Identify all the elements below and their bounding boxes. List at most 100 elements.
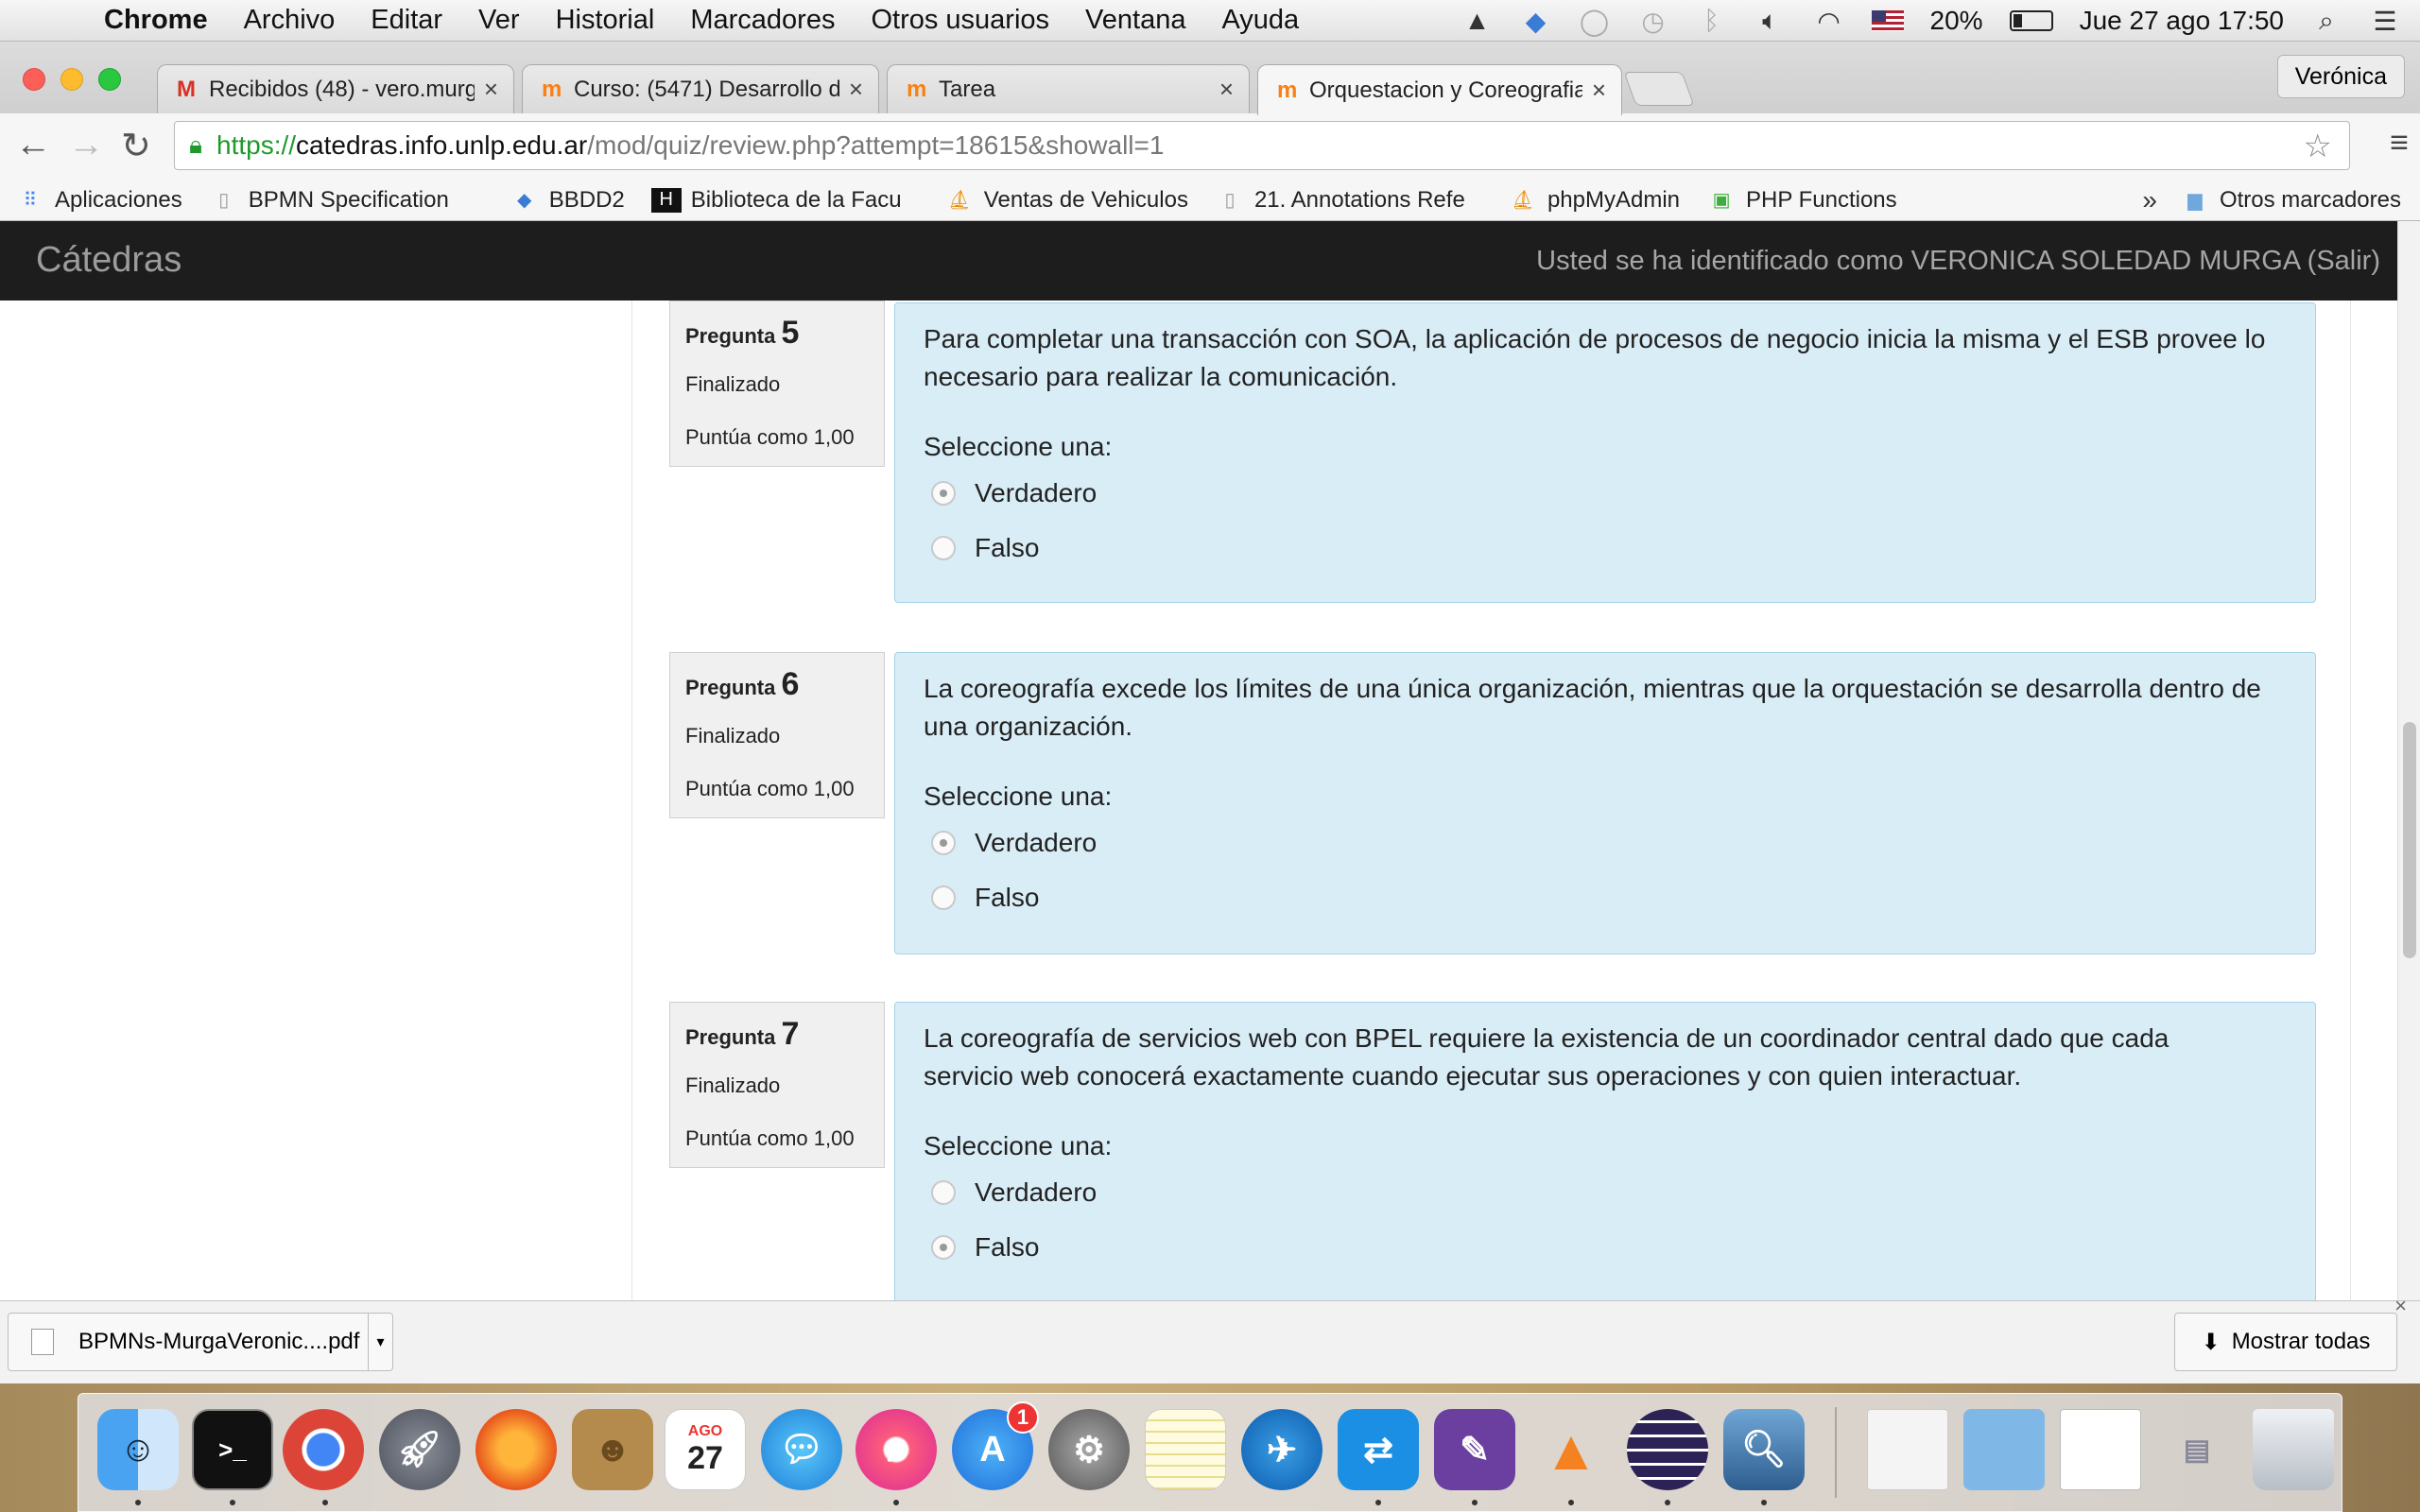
scrollbar-thumb[interactable] — [2403, 722, 2416, 958]
itunes-icon[interactable]: ♫ — [856, 1409, 937, 1490]
notification-center-icon[interactable]: ☰ — [2369, 7, 2401, 36]
bookmark-ventas[interactable]: ⛵︎ Ventas de Vehiculos — [944, 187, 1188, 214]
calendar-icon[interactable]: AGO 27 — [665, 1409, 746, 1490]
messages-icon[interactable]: 💬︎ — [761, 1409, 842, 1490]
page-scrollbar[interactable] — [2397, 221, 2420, 1300]
finder-icon[interactable]: ☺ — [97, 1409, 179, 1490]
openoffice-icon[interactable]: ✈︎ — [1241, 1409, 1322, 1490]
bookmark-php-functions[interactable]: ▣ PHP Functions — [1706, 187, 1897, 214]
terminal-icon[interactable]: >_ — [192, 1409, 273, 1490]
zoom-window-icon[interactable] — [98, 68, 121, 91]
bookmarks-overflow-button[interactable]: » — [2142, 185, 2157, 215]
screenshot-stack-icon[interactable] — [2060, 1409, 2141, 1490]
volume-icon[interactable]: 🔈︎ — [1754, 6, 1787, 35]
close-window-icon[interactable] — [23, 68, 45, 91]
menu-otros-usuarios[interactable]: Otros usuarios — [871, 5, 1049, 36]
close-icon[interactable]: × — [1592, 76, 1606, 105]
new-tab-button[interactable] — [1623, 72, 1695, 106]
radio-button[interactable] — [931, 831, 956, 855]
close-icon[interactable]: × — [2394, 1294, 2407, 1318]
tab-curso[interactable]: m Curso: (5471) Desarrollo de × — [522, 64, 879, 113]
radio-button[interactable] — [931, 1235, 956, 1260]
bookmark-phpmyadmin[interactable]: ⛵︎ phpMyAdmin — [1508, 187, 1680, 214]
documents-stack-icon[interactable] — [1867, 1409, 1948, 1490]
spotlight-search-icon[interactable]: ⌕ — [2310, 6, 2342, 35]
close-icon[interactable]: × — [484, 75, 498, 104]
menu-ayuda[interactable]: Ayuda — [1221, 5, 1299, 36]
firefox-icon[interactable] — [475, 1409, 557, 1490]
bookmark-bpmn[interactable]: ▯ BPMN Specification — [209, 187, 483, 214]
lock-icon[interactable]: 🔒︎ — [175, 130, 216, 161]
close-icon[interactable]: × — [849, 75, 863, 104]
minimize-window-icon[interactable] — [60, 68, 83, 91]
menu-archivo[interactable]: Archivo — [244, 5, 336, 36]
preview-icon[interactable]: 🔍︎ — [1723, 1409, 1805, 1490]
profile-button[interactable]: Verónica — [2276, 55, 2405, 98]
contacts-icon[interactable]: ☻ — [572, 1409, 653, 1490]
chevron-down-icon[interactable]: ▾ — [368, 1314, 392, 1370]
menu-ventana[interactable]: Ventana — [1085, 5, 1185, 36]
answer-option-falso[interactable]: Falso — [924, 1220, 2287, 1275]
bookmark-annotations[interactable]: ▯ 21. Annotations Refe — [1215, 187, 1481, 214]
trash-icon[interactable] — [2253, 1409, 2334, 1490]
download-item[interactable]: BPMNs-MurgaVeronic....pdf ▾ — [8, 1313, 393, 1371]
menu-historial[interactable]: Historial — [556, 5, 655, 36]
back-arrow-icon[interactable]: ← — [15, 125, 51, 165]
forward-arrow-icon[interactable]: → — [68, 125, 104, 165]
battery-icon[interactable] — [2009, 10, 2053, 31]
radio-button[interactable] — [931, 536, 956, 560]
bookmark-label: BBDD2 — [548, 186, 625, 213]
answer-option-falso[interactable]: Falso — [924, 521, 2287, 576]
script-editor-icon[interactable]: ✎ — [1434, 1409, 1515, 1490]
menu-app-name[interactable]: Chrome — [104, 5, 208, 36]
answer-option-verdadero[interactable]: Verdadero — [924, 1165, 2287, 1220]
radio-button[interactable] — [931, 885, 956, 910]
downloads-folder-icon[interactable] — [1963, 1409, 2045, 1490]
bookmark-aplicaciones[interactable]: ⠿ Aplicaciones — [15, 187, 182, 214]
bookmark-biblioteca[interactable]: H Biblioteca de la Facu — [650, 187, 918, 214]
answer-option-verdadero[interactable]: Verdadero — [924, 466, 2287, 521]
radio-button[interactable] — [931, 1180, 956, 1205]
close-icon[interactable]: × — [1219, 75, 1234, 104]
eclipse-icon[interactable] — [1627, 1409, 1708, 1490]
us-flag-icon[interactable] — [1871, 10, 1904, 31]
menu-editar[interactable]: Editar — [371, 5, 442, 36]
radio-button[interactable] — [931, 481, 956, 506]
question-number: Pregunta 6 — [685, 666, 800, 702]
menu-ver[interactable]: Ver — [478, 5, 520, 36]
answer-option-verdadero[interactable]: Verdadero — [924, 816, 2287, 870]
launchpad-rocket-icon[interactable]: 🚀︎ — [379, 1409, 460, 1490]
wifi-icon[interactable]: ◠ — [1813, 7, 1845, 36]
apps-grid-icon: ⠿ — [23, 190, 38, 211]
reload-icon[interactable]: ↻ — [121, 125, 151, 167]
utility-icon[interactable]: ▤ — [2156, 1409, 2238, 1490]
battery-percent[interactable]: 20% — [1930, 6, 1983, 36]
system-preferences-gear-icon[interactable]: ⚙︎ — [1048, 1409, 1130, 1490]
running-indicator — [135, 1500, 141, 1505]
dropbox-icon[interactable]: ◆ — [1520, 7, 1552, 36]
bookmark-otros-marcadores[interactable]: ▆ Otros marcadores — [2180, 187, 2401, 214]
logged-in-user-text[interactable]: Usted se ha identificado como VERONICA S… — [1536, 246, 2380, 277]
tab-orquestacion[interactable]: m Orquestacion y Coreografia × — [1257, 64, 1622, 115]
answer-option-falso[interactable]: Falso — [924, 870, 2287, 925]
bookmark-bbdd2[interactable]: ◆ BBDD2 — [510, 187, 625, 214]
bluetooth-icon[interactable]: ᛒ — [1696, 6, 1728, 35]
time-machine-icon[interactable]: ◷ — [1637, 7, 1669, 36]
messages-status-icon[interactable]: ◯ — [1579, 7, 1611, 36]
app-store-icon[interactable]: A 1 — [952, 1401, 1039, 1490]
clock[interactable]: Jue 27 ago 17:50 — [2080, 6, 2284, 36]
show-all-downloads-button[interactable]: ⬇︎ Mostrar todas — [2174, 1313, 2397, 1371]
tab-gmail[interactable]: M Recibidos (48) - vero.murga × — [157, 64, 514, 113]
chrome-menu-icon[interactable]: ≡ — [2390, 125, 2409, 162]
site-brand-link[interactable]: Cátedras — [36, 240, 182, 281]
warning-icon[interactable]: ▲ — [1461, 6, 1494, 35]
question-content-6: La coreografía excede los límites de una… — [894, 652, 2316, 954]
chrome-icon[interactable] — [283, 1409, 364, 1490]
menu-marcadores[interactable]: Marcadores — [690, 5, 835, 36]
vlc-cone-icon[interactable]: ▲ — [1530, 1409, 1612, 1490]
notes-icon[interactable] — [1145, 1409, 1226, 1490]
teamviewer-icon[interactable]: ⇄ — [1338, 1409, 1419, 1490]
tab-tarea[interactable]: m Tarea × — [887, 64, 1250, 113]
bookmark-star-icon[interactable]: ☆ — [2304, 128, 2332, 165]
address-bar[interactable]: 🔒︎ https://catedras.info.unlp.edu.ar/mod… — [174, 121, 2350, 170]
